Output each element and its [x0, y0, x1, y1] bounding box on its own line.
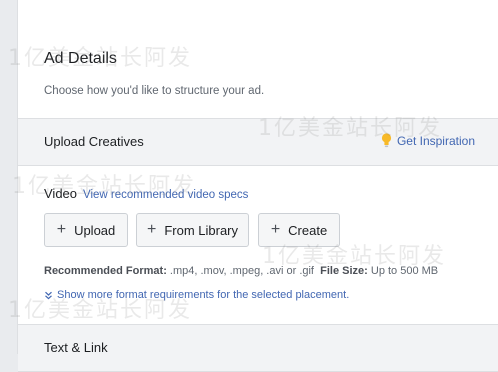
- format-value: .mp4, .mov, .mpeg, .avi or .gif: [169, 265, 314, 277]
- ad-details-title: Ad Details: [44, 50, 117, 67]
- plus-icon: +: [146, 221, 157, 238]
- upload-button-label: Upload: [74, 222, 116, 238]
- plus-icon: +: [56, 221, 67, 238]
- get-inspiration-label: Get Inspiration: [396, 133, 475, 148]
- format-requirements: Recommended Format: .mp4, .mov, .mpeg, .…: [44, 265, 438, 277]
- ad-editor-panel: Ad Details Choose how you'd like to stru…: [17, 0, 498, 372]
- show-more-label: Show more format requirements for the se…: [57, 289, 350, 301]
- plus-icon: +: [270, 221, 281, 238]
- video-specs-link[interactable]: View recommended video specs: [83, 189, 248, 201]
- upload-creatives-title: Upload Creatives: [44, 134, 144, 149]
- get-inspiration-link[interactable]: Get Inspiration: [381, 133, 475, 148]
- text-link-title: Text & Link: [44, 340, 108, 355]
- format-label: Recommended Format:: [44, 265, 167, 277]
- file-size-label: File Size:: [320, 265, 368, 277]
- show-more-requirements-link[interactable]: Show more format requirements for the se…: [44, 289, 349, 301]
- file-size-value: Up to 500 MB: [370, 265, 439, 277]
- lightbulb-icon: [381, 133, 392, 148]
- text-link-header: Text & Link: [18, 324, 498, 372]
- video-row: Video View recommended video specs: [44, 186, 248, 201]
- create-button[interactable]: + Create: [258, 213, 340, 247]
- create-button-label: Create: [288, 222, 328, 238]
- double-chevron-down-icon: [45, 291, 52, 299]
- video-label: Video: [44, 186, 78, 201]
- from-library-button-label: From Library: [164, 222, 239, 238]
- upload-button[interactable]: + Upload: [44, 213, 128, 247]
- from-library-button[interactable]: + From Library: [136, 213, 249, 247]
- upload-creatives-header: Upload Creatives Get Inspiration: [18, 118, 498, 166]
- ad-details-description: Choose how you'd like to structure your …: [44, 85, 265, 97]
